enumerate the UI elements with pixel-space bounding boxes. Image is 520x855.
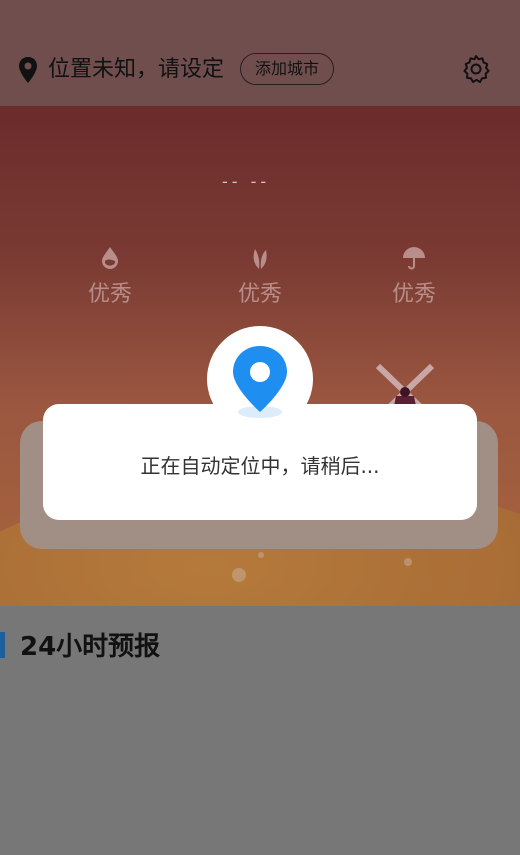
gear-icon[interactable]: [460, 53, 492, 85]
location-pin-icon[interactable]: [16, 56, 40, 84]
water-drop-icon: [102, 247, 118, 269]
umbrella-icon: [403, 247, 425, 270]
metric-value: 优秀: [391, 282, 436, 307]
top-bar: 位置未知，请设定 添加城市: [0, 0, 520, 106]
location-text[interactable]: 位置未知，请设定: [48, 55, 224, 85]
add-city-button[interactable]: 添加城市: [240, 53, 334, 85]
metric-value: 优秀: [87, 282, 132, 307]
metric-value: 优秀: [237, 282, 282, 307]
leaf-icon: [253, 249, 267, 269]
dialog-message: 正在自动定位中，请稍后...: [140, 454, 380, 478]
metric-rain: 优秀: [374, 244, 454, 308]
decorative-dot: [404, 558, 412, 566]
dialog-badge: [207, 326, 313, 432]
decorative-dot: [232, 568, 246, 582]
forecast-accent-bar: [0, 632, 5, 658]
metric-air: 优秀: [220, 244, 300, 308]
temperature-value: -- --: [222, 172, 271, 191]
metric-humidity: 优秀: [70, 244, 150, 308]
decorative-dot: [258, 552, 264, 558]
map-marker-icon: [233, 346, 287, 418]
forecast-title: 24小时预报: [20, 632, 161, 662]
